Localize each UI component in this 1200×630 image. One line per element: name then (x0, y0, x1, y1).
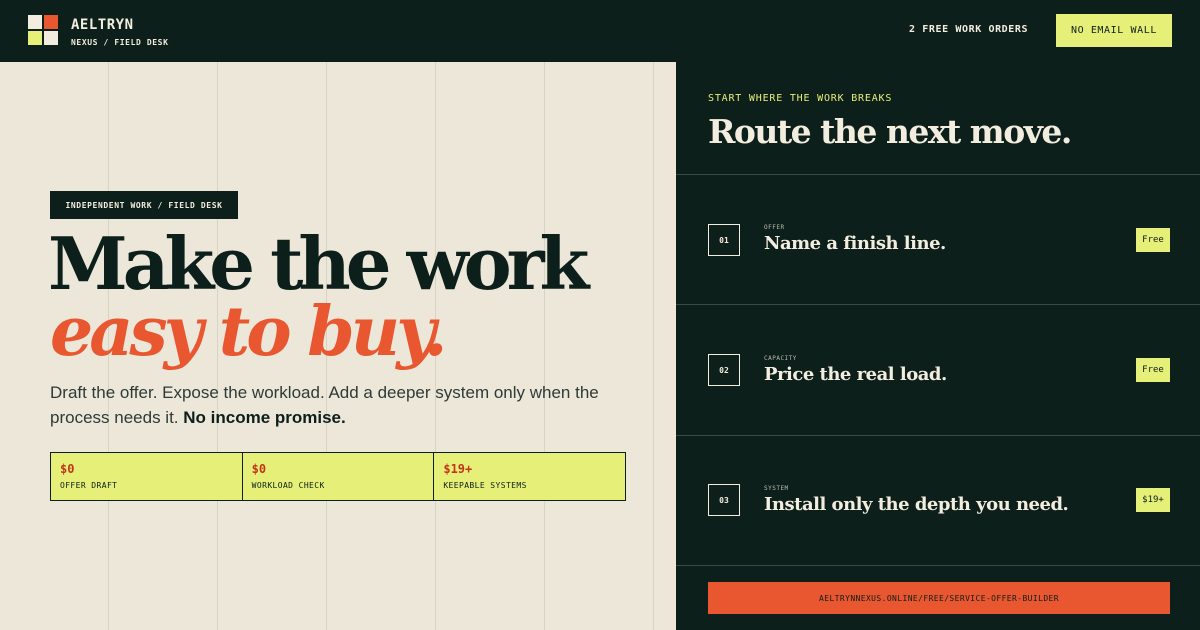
step-title[interactable]: Name a finish line. (764, 233, 946, 254)
stat-value: $0 (60, 462, 75, 476)
step-kicker: CAPACITY (764, 355, 797, 362)
offer-builder-url-button[interactable]: AELTRYNNEXUS.ONLINE/FREE/SERVICE-OFFER-B… (708, 582, 1170, 614)
grid-line (544, 62, 545, 630)
site-header: AELTRYN NEXUS / FIELD DESK 2 FREE WORK O… (0, 0, 1200, 62)
grid-line (653, 62, 654, 630)
lede-strong: No income promise. (183, 408, 346, 427)
headline-line-2: easy to buy. (50, 292, 448, 372)
logo-square (44, 15, 58, 29)
step-number: 01 (708, 224, 740, 256)
no-email-wall-button[interactable]: NO EMAIL WALL (1056, 14, 1172, 47)
step-kicker: SYSTEM (764, 485, 789, 492)
stat-keepable-systems: $19+ KEEPABLE SYSTEMS (434, 453, 625, 500)
divider (676, 565, 1200, 566)
step-number: 02 (708, 354, 740, 386)
stat-label: KEEPABLE SYSTEMS (443, 481, 527, 490)
stat-offer-draft: $0 OFFER DRAFT (51, 453, 243, 500)
stat-workload-check: $0 WORKLOAD CHECK (243, 453, 435, 500)
panel-title: Route the next move. (708, 112, 1072, 151)
step-number: 03 (708, 484, 740, 516)
stat-label: OFFER DRAFT (60, 481, 118, 490)
headline-line-1: Make the work (48, 221, 589, 306)
logo-square (44, 31, 58, 45)
price-badge: Free (1136, 358, 1170, 382)
pricing-stats: $0 OFFER DRAFT $0 WORKLOAD CHECK $19+ KE… (50, 452, 626, 501)
divider (676, 174, 1200, 175)
divider (676, 304, 1200, 305)
stat-label: WORKLOAD CHECK (251, 481, 325, 490)
brand-name[interactable]: AELTRYN (71, 17, 134, 33)
free-work-orders-link[interactable]: 2 FREE WORK ORDERS (909, 24, 1028, 35)
brand-logo-icon[interactable] (28, 15, 58, 45)
step-title[interactable]: Price the real load. (764, 364, 947, 385)
stat-value: $0 (251, 462, 267, 476)
hero-lede: Draft the offer. Expose the workload. Ad… (50, 380, 620, 430)
stat-value: $19+ (443, 462, 473, 476)
step-title[interactable]: Install only the depth you need. (764, 494, 1069, 515)
hero-tag: INDEPENDENT WORK / FIELD DESK (50, 191, 238, 219)
logo-square (28, 31, 42, 45)
price-badge: $19+ (1136, 488, 1170, 512)
route-panel: START WHERE THE WORK BREAKS Route the ne… (676, 62, 1200, 630)
price-badge: Free (1136, 228, 1170, 252)
logo-square (28, 15, 42, 29)
hero-panel: INDEPENDENT WORK / FIELD DESK Make the w… (0, 62, 676, 630)
step-kicker: OFFER (764, 224, 785, 231)
divider (676, 435, 1200, 436)
brand-subtitle: NEXUS / FIELD DESK (71, 38, 169, 47)
panel-eyebrow: START WHERE THE WORK BREAKS (708, 93, 893, 104)
